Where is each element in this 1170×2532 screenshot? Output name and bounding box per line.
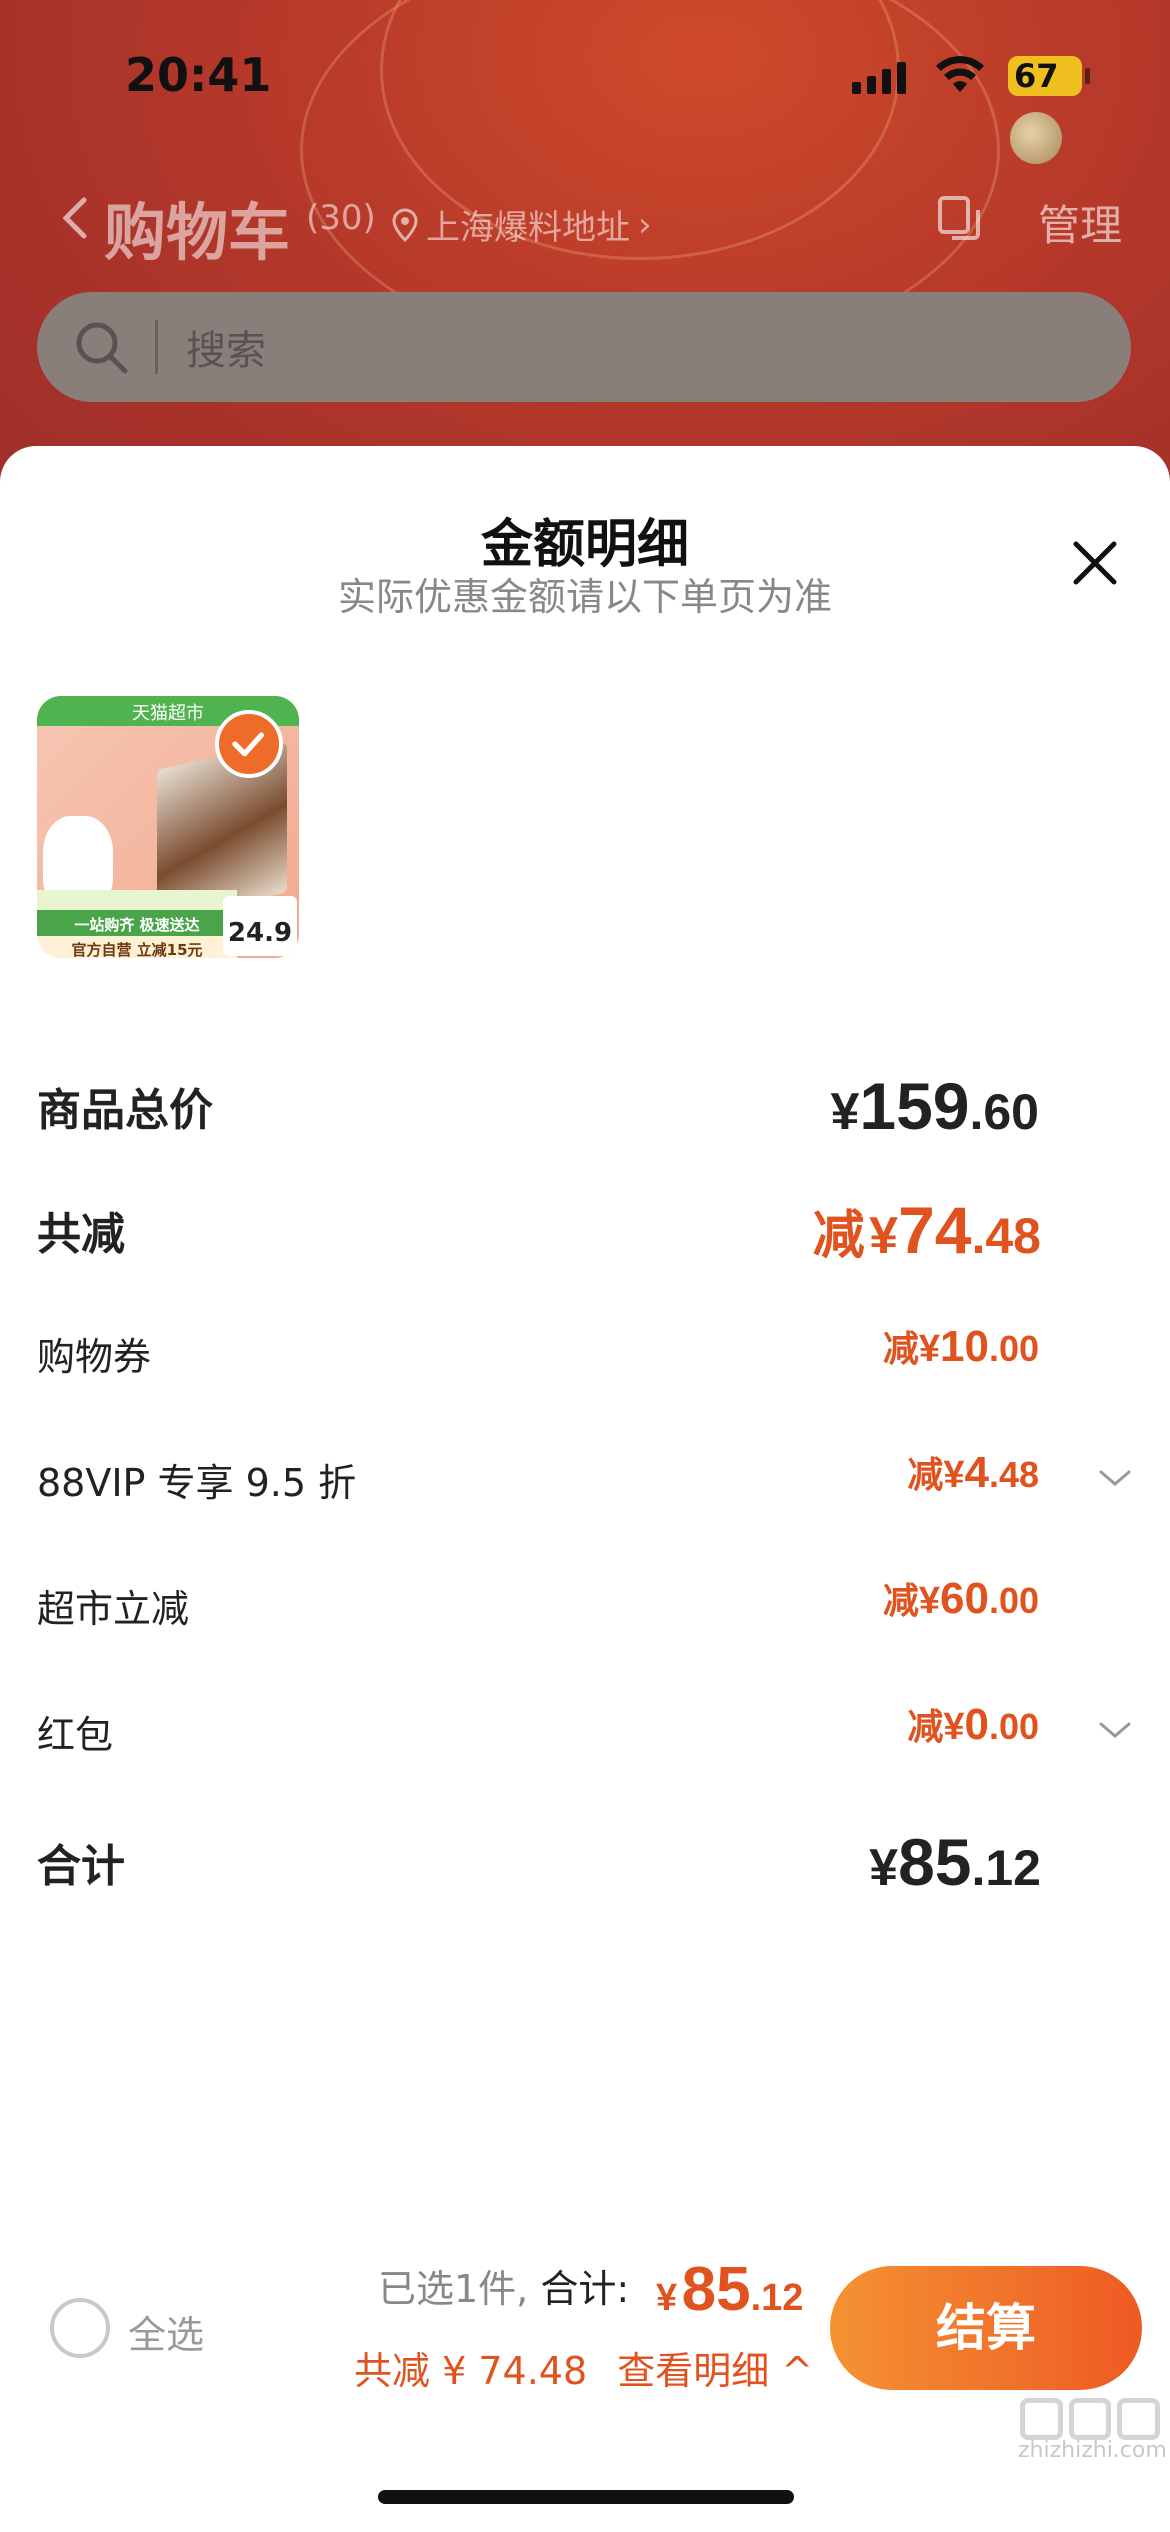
chevron-down-icon[interactable] [1097,1718,1133,1742]
copy-icon[interactable] [934,194,984,244]
top-nav: 购物车 (30) 上海爆料地址 › 管理 [0,180,1170,269]
select-all-radio[interactable] [50,2298,110,2358]
discount-summary: 共减 ¥ 74.48 查看明细 ^ [354,2340,813,2395]
row-value: 减¥4.48 [907,1448,1039,1497]
cellular-signal-icon [852,60,906,94]
row-label: 共减 [37,1209,125,1260]
row-total-price: 商品总价 ¥159.60 [37,1062,1133,1143]
row-label: 红包 [37,1713,114,1757]
row-coupon: 购物券 减¥10.00 [37,1314,1133,1394]
selected-summary: 已选1件, 合计: [378,2258,629,2313]
row-label: 购物券 [37,1335,152,1379]
page-title: 购物车 [104,196,291,269]
sheet-subtitle: 实际优惠金额请以下单页为准 [337,575,832,619]
discount-amount: 共减 ¥ 74.48 [354,2349,588,2393]
row-88vip[interactable]: 88VIP 专享 9.5 折 减¥4.48 [37,1440,1133,1520]
floating-avatar[interactable] [1010,112,1062,164]
location-selector[interactable]: 上海爆料地址 › [392,200,652,249]
row-value: ¥85.12 [869,1825,1041,1899]
chevron-right-icon: › [638,204,652,245]
search-divider [155,320,158,374]
back-arrow-icon[interactable] [56,194,96,242]
product-band-green: 一站购齐 极速送达 [37,910,237,936]
product-price-tag: 24.9 [223,896,297,956]
chevron-down-icon[interactable] [1097,1466,1133,1490]
row-total-discount: 共减 减 ¥74.48 [37,1186,1133,1267]
view-detail-link[interactable]: 查看明细 ^ [617,2349,813,2393]
cart-count: (30) [306,198,376,238]
search-input[interactable]: 搜索 [186,318,266,376]
row-value: 减¥0.00 [907,1700,1039,1749]
total-price: ¥ 85.12 [656,2255,804,2324]
close-icon[interactable] [1070,538,1120,588]
status-bar: 20:41 67 [0,0,1170,164]
row-label: 超市立减 [37,1587,190,1631]
selected-count: 已选1件, [378,2267,529,2311]
product-date-band [37,890,237,910]
location-pin-icon [392,207,418,242]
checkout-button[interactable]: 结算 [830,2266,1142,2390]
row-red-packet[interactable]: 红包 减¥0.00 [37,1692,1133,1772]
search-bar[interactable]: 搜索 [37,292,1131,402]
row-value: 减 ¥74.48 [812,1193,1041,1267]
row-label: 合计 [37,1841,125,1892]
wifi-icon [936,56,984,92]
product-band-promo: 官方自营 立减15元 [37,936,237,958]
status-time: 20:41 [125,48,272,102]
home-indicator[interactable] [378,2490,794,2504]
row-supermarket-discount: 超市立减 减¥60.00 [37,1566,1133,1646]
total-label: 合计: [540,2267,630,2311]
location-label: 上海爆料地址 [426,208,630,248]
battery-indicator: 67 [1008,56,1090,96]
watermark-logo [1020,2398,1161,2440]
row-value: ¥159.60 [830,1069,1039,1143]
row-value: 减¥10.00 [882,1322,1039,1371]
product-thumbnail[interactable]: 天猫超市 一站购齐 极速送达 官方自营 立减15元 24.9 [37,696,299,958]
row-label: 商品总价 [37,1085,213,1136]
manage-button[interactable]: 管理 [1038,192,1122,253]
checkmark-icon[interactable] [215,710,283,778]
row-label: 88VIP 专享 9.5 折 [37,1461,357,1505]
row-value: 减¥60.00 [882,1574,1039,1623]
search-icon [76,322,128,374]
row-grand-total: 合计 ¥85.12 [37,1818,1133,1899]
watermark: zhizhizhi.com [1018,2438,1167,2463]
select-all-label[interactable]: 全选 [128,2304,204,2359]
